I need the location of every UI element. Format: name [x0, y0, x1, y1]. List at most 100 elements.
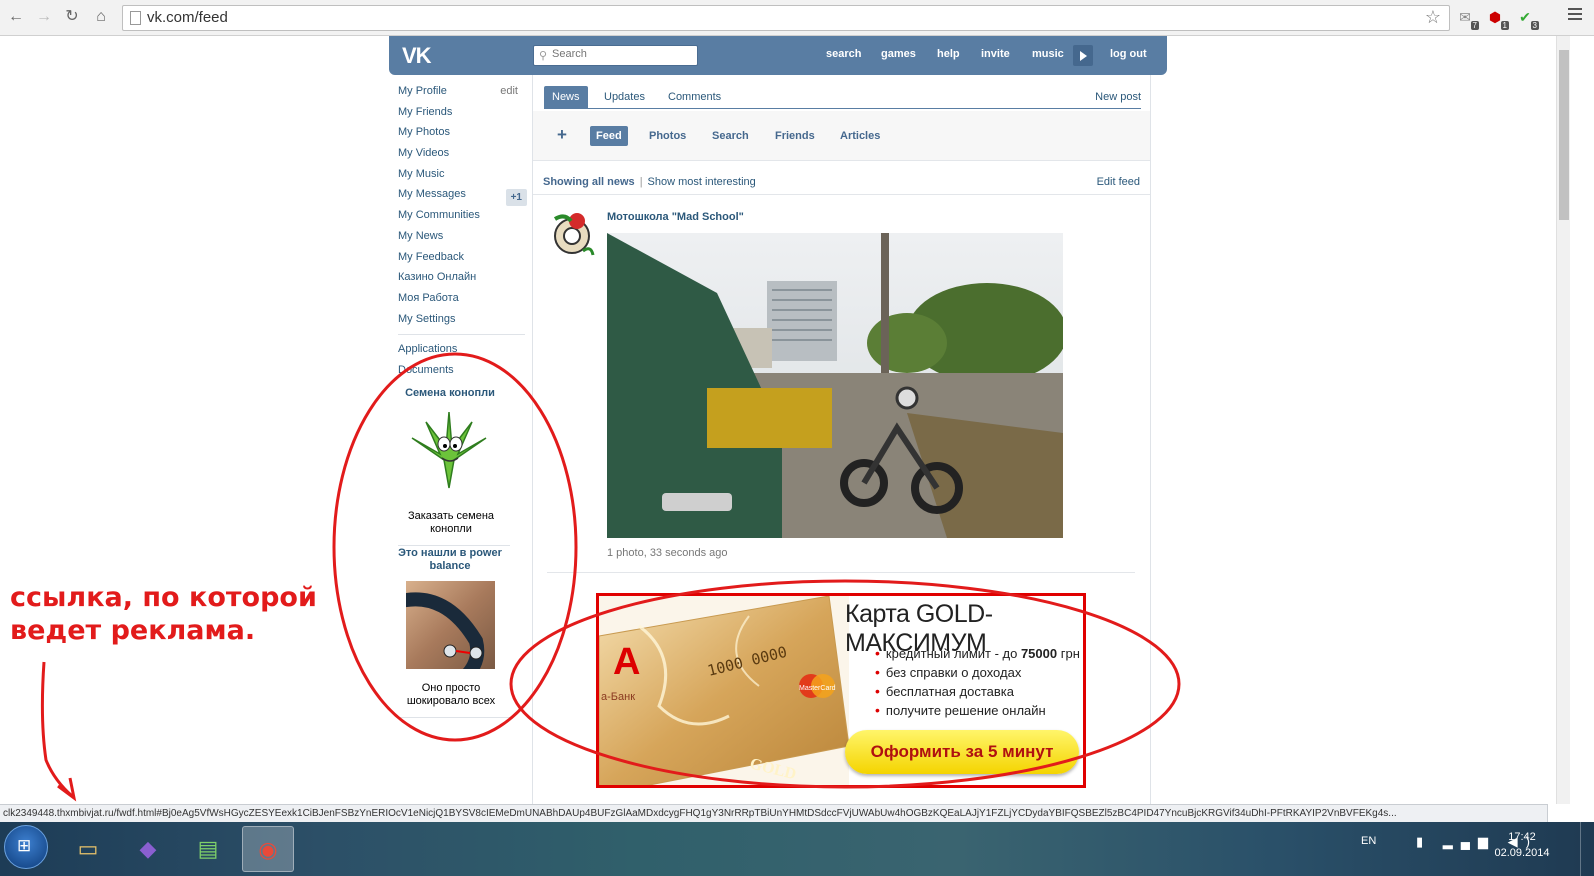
- banner-bullet: бесплатная доставка: [875, 682, 1080, 701]
- menu-my-messages[interactable]: My Messages +1: [398, 187, 527, 208]
- menu-divider: [398, 334, 525, 336]
- clock-date: 02.09.2014: [1494, 847, 1550, 859]
- annotation-line-2: ведет реклама.: [10, 615, 256, 646]
- feed-tabs: News Updates Comments New post: [544, 86, 1141, 109]
- nav-help[interactable]: help: [937, 48, 960, 60]
- annotation-arrowhead: [57, 777, 77, 802]
- menu-my-videos[interactable]: My Videos: [398, 146, 526, 167]
- banner-bullet: без справки о доходах: [875, 663, 1080, 682]
- card-bank: а-Банк: [601, 691, 635, 703]
- filter-separator: |: [639, 176, 643, 188]
- banner-bullets: кредитный лимит - до 75000 грн без справ…: [875, 644, 1080, 720]
- tab-comments[interactable]: Comments: [660, 86, 729, 109]
- bank-logo-letter: A: [613, 641, 640, 683]
- post-author[interactable]: Мотошкола "Mad School": [607, 211, 744, 223]
- ad-title-power-balance[interactable]: Это нашли в power balance: [394, 547, 506, 573]
- post-meta[interactable]: 1 photo, 33 seconds ago: [607, 547, 727, 559]
- filter-divider: [533, 194, 1150, 195]
- banner-cta-button[interactable]: Оформить за 5 минут: [845, 730, 1079, 774]
- scrollbar-thumb[interactable]: [1559, 50, 1569, 220]
- subtab-friends[interactable]: Friends: [769, 126, 821, 146]
- menu-casino[interactable]: Казино Онлайн: [398, 270, 526, 291]
- url-text[interactable]: vk.com/feed: [147, 9, 228, 26]
- bookmark-star-icon[interactable]: ☆: [1425, 7, 1441, 28]
- keyboard-language[interactable]: EN: [1361, 835, 1376, 847]
- forward-arrow-icon[interactable]: →: [33, 6, 55, 28]
- windows-taskbar: ⊞ ▭ ◆ ▤ ◉ EN ▮ ▂▄▆ ◀) 17:42 02.09.2014: [0, 822, 1594, 876]
- reload-icon[interactable]: ↻: [61, 6, 83, 28]
- home-icon[interactable]: ⌂: [90, 6, 112, 28]
- ad-image-leaf[interactable]: [404, 408, 494, 498]
- menu-my-news[interactable]: My News: [398, 229, 526, 250]
- adblock-extension-icon[interactable]: ⬢ 1: [1484, 7, 1509, 30]
- show-desktop-button[interactable]: [1580, 822, 1594, 876]
- vk-logo[interactable]: VK: [402, 43, 432, 69]
- menu-my-profile[interactable]: My Profile edit: [398, 84, 526, 105]
- subtab-photos[interactable]: Photos: [643, 126, 692, 146]
- banner-bullet: кредитный лимит - до 75000 грн: [875, 644, 1080, 663]
- menu-my-communities[interactable]: My Communities: [398, 208, 526, 229]
- taskbar-chrome-icon[interactable]: ◉: [242, 826, 294, 872]
- nav-logout[interactable]: log out: [1110, 48, 1147, 60]
- screen: ← → ↻ ⌂ vk.com/feed ☆ ✉ 7 ⬢ 1 ✔ 3 VK ⚲ sear…: [0, 0, 1594, 876]
- nav-games[interactable]: games: [881, 48, 916, 60]
- nav-music[interactable]: music: [1032, 48, 1064, 60]
- ad-text-power-balance[interactable]: Оно просто шокировало всех: [396, 682, 506, 708]
- annotation-arrow: [40, 661, 73, 798]
- subtab-articles[interactable]: Articles: [834, 126, 886, 146]
- status-bar-url: clk2349448.thxmbivjat.ru/fwdf.html#Bj0eA…: [0, 804, 1548, 822]
- menu-documents[interactable]: Documents: [398, 363, 526, 384]
- vk-search-box[interactable]: ⚲: [533, 45, 698, 66]
- music-play-icon[interactable]: [1073, 45, 1093, 66]
- clock[interactable]: 17:42 02.09.2014: [1494, 829, 1550, 861]
- menu-my-photos[interactable]: My Photos: [398, 125, 526, 146]
- menu-label[interactable]: My Messages: [398, 188, 466, 200]
- tab-news[interactable]: News: [544, 86, 588, 109]
- menu-my-music[interactable]: My Music: [398, 167, 526, 188]
- add-plus-icon[interactable]: +: [557, 125, 567, 145]
- vk-header: VK ⚲ search games help invite music log …: [389, 36, 1167, 75]
- nav-search[interactable]: search: [826, 48, 861, 60]
- menu-my-feedback[interactable]: My Feedback: [398, 250, 526, 271]
- vk-search-input[interactable]: [552, 48, 692, 60]
- annotation-line-1: ссылка, по которой: [10, 582, 317, 613]
- post-divider: [547, 572, 1135, 573]
- clock-time: 17:42: [1508, 831, 1536, 843]
- ad-divider: [398, 717, 510, 718]
- taskbar-explorer-icon[interactable]: ▭: [62, 826, 114, 872]
- shield-extension-icon[interactable]: ✔ 3: [1514, 7, 1539, 30]
- ad-text-seeds[interactable]: Заказать семена конопли: [396, 510, 506, 536]
- feed-subnav: + Feed Photos Search Friends Articles: [533, 111, 1150, 161]
- back-arrow-icon[interactable]: ←: [5, 6, 27, 28]
- subtab-search[interactable]: Search: [706, 126, 755, 146]
- ad-title-seeds[interactable]: Семена конопли: [400, 387, 500, 399]
- page-scrollbar[interactable]: [1556, 36, 1570, 804]
- subtab-feed[interactable]: Feed: [590, 126, 628, 146]
- gmail-extension-icon[interactable]: ✉ 7: [1454, 7, 1479, 30]
- edit-link[interactable]: edit: [500, 84, 518, 99]
- left-menu: My Profile edit My Friends My Photos My V…: [398, 84, 527, 384]
- browser-menu-icon[interactable]: [1568, 8, 1582, 22]
- menu-my-friends[interactable]: My Friends: [398, 105, 526, 126]
- page-icon: [130, 11, 141, 25]
- ad-image-bracelet[interactable]: [406, 581, 495, 669]
- card-brand: MasterCard: [799, 685, 836, 692]
- avatar[interactable]: [547, 209, 597, 259]
- menu-my-settings[interactable]: My Settings: [398, 312, 526, 333]
- start-button[interactable]: ⊞: [4, 825, 48, 869]
- menu-my-work[interactable]: Моя Работа: [398, 291, 526, 312]
- taskbar-visual-studio-icon[interactable]: ◆: [122, 826, 174, 872]
- taskbar-task-manager-icon[interactable]: ▤: [182, 826, 234, 872]
- show-most-interesting-link[interactable]: Show most interesting: [648, 176, 756, 188]
- new-post-link[interactable]: New post: [1095, 91, 1141, 103]
- menu-label[interactable]: My Profile: [398, 85, 447, 97]
- address-bar[interactable]: vk.com/feed ☆: [122, 5, 1450, 31]
- tab-updates[interactable]: Updates: [596, 86, 653, 109]
- browser-toolbar: ← → ↻ ⌂ vk.com/feed ☆ ✉ 7 ⬢ 1 ✔ 3: [0, 0, 1594, 36]
- edit-feed-link[interactable]: Edit feed: [1097, 176, 1140, 188]
- post-photo[interactable]: [607, 233, 1063, 538]
- banner-ad[interactable]: A а-Банк 1000 0000 MasterCard GOLD Карта…: [596, 593, 1086, 788]
- ad-divider: [398, 545, 510, 546]
- menu-applications[interactable]: Applications: [398, 342, 526, 363]
- nav-invite[interactable]: invite: [981, 48, 1010, 60]
